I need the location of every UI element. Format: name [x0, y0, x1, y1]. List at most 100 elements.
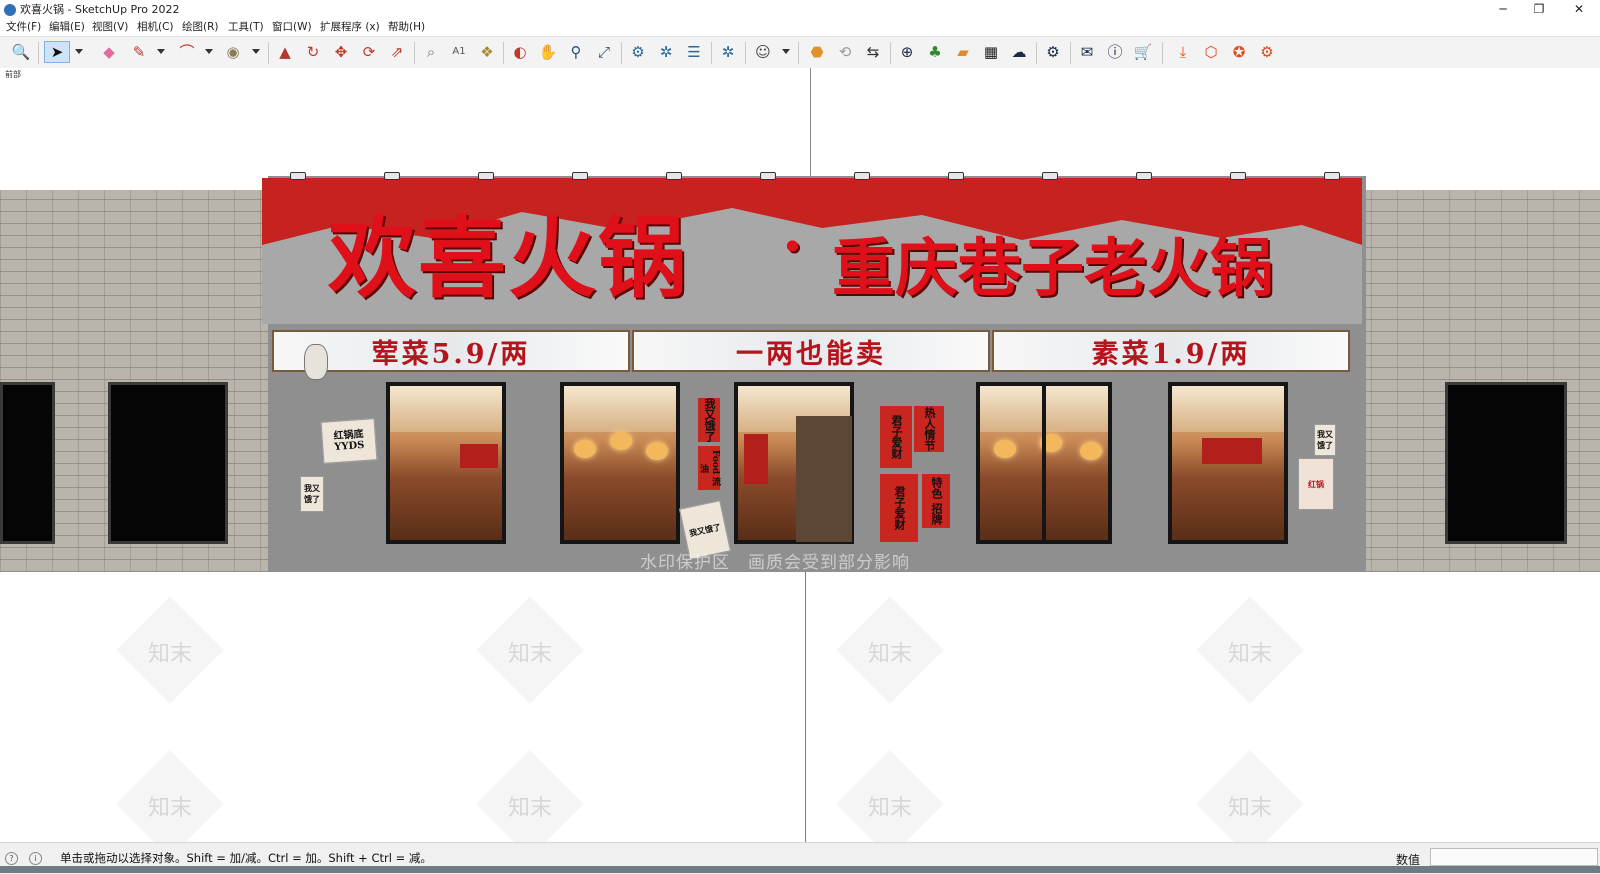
sync-icon[interactable]: ⟲ [834, 41, 856, 63]
poster-hungry: 我又饿了 [300, 476, 324, 512]
green-axis-line [805, 572, 806, 842]
window-title: 欢喜火锅 - SketchUp Pro 2022 [20, 3, 180, 16]
chevron-down-icon[interactable] [75, 49, 83, 54]
paint-icon[interactable]: ❖ [476, 41, 498, 63]
eraser-icon[interactable]: ◆ [98, 41, 120, 63]
mail-icon[interactable]: ✉ [1076, 41, 1098, 63]
spot-lamp [666, 172, 682, 180]
download-icon[interactable]: ⤓ [1172, 41, 1194, 63]
toolbar-separator [890, 42, 891, 64]
orbit-icon[interactable]: ◐ [509, 41, 531, 63]
warehouse-icon[interactable]: ⚙ [627, 41, 649, 63]
info-icon[interactable]: i [29, 852, 42, 865]
toolbar-separator [745, 42, 746, 64]
pan-icon[interactable]: ✋ [537, 41, 559, 63]
spot-lamp [572, 172, 588, 180]
spot-lamp [1324, 172, 1340, 180]
brand-name-secondary: 重庆巷子老火锅 [832, 231, 1273, 305]
toolbar-separator [268, 42, 269, 64]
chevron-down-icon[interactable] [157, 49, 165, 54]
text-icon[interactable]: A1 [448, 41, 470, 63]
layers-icon[interactable]: ☰ [683, 41, 705, 63]
menu-view[interactable]: 视图(V) [92, 20, 128, 34]
measurements-input[interactable] [1430, 848, 1598, 866]
spot-lamp [1042, 172, 1058, 180]
gear-icon[interactable]: ⚙ [1256, 41, 1278, 63]
presentation-icon[interactable]: ⇆ [862, 41, 884, 63]
brand-separator-dot: · [782, 212, 803, 282]
toolbar-separator [711, 42, 712, 64]
rotate-icon[interactable]: ⟳ [358, 41, 380, 63]
shop-window-5 [1168, 382, 1288, 544]
glass-door [976, 382, 1112, 544]
menu-window[interactable]: 窗口(W) [272, 20, 312, 34]
zoom-extents-icon[interactable]: ⤢ [593, 41, 615, 63]
zoom-window-icon[interactable]: ⚲ [565, 41, 587, 63]
info-icon[interactable]: ⓘ [1104, 41, 1126, 63]
select-icon[interactable]: ➤ [44, 41, 70, 63]
upload-icon[interactable]: ⬡ [1200, 41, 1222, 63]
cart-icon[interactable]: 🛒 [1132, 41, 1154, 63]
shop-window-1 [386, 382, 506, 544]
extension-icon[interactable]: ⬣ [806, 41, 828, 63]
blue-axis-line [810, 68, 811, 178]
checker-icon[interactable]: ▦ [980, 41, 1002, 63]
account-icon[interactable]: ☺ [752, 41, 774, 63]
spot-lamp [290, 172, 306, 180]
chevron-down-icon[interactable] [252, 49, 260, 54]
watermark-text: 知末 [148, 796, 193, 821]
watermark-text: 知末 [868, 796, 913, 821]
scale-icon[interactable]: ⇗ [386, 41, 408, 63]
plugin-icon[interactable]: ✪ [1228, 41, 1250, 63]
price-strip-veg: 素菜1.9/两 [992, 330, 1350, 372]
arc-icon[interactable]: ⌒ [176, 41, 198, 63]
watermark-text: 知末 [1228, 642, 1273, 667]
menu-help[interactable]: 帮助(H) [388, 20, 425, 34]
menu-tools[interactable]: 工具(T) [228, 20, 264, 34]
watermark-text: 知末 [508, 796, 553, 821]
toolbar-separator [1162, 42, 1163, 64]
geo-location-icon[interactable]: ? [5, 852, 18, 865]
tape-measure-icon[interactable]: ⌕ [420, 41, 442, 63]
poster-small-right: 我又饿了 [1314, 424, 1336, 456]
section-icon[interactable]: ▰ [952, 41, 974, 63]
chevron-down-icon[interactable] [782, 49, 790, 54]
price-strip-center: 一两也能卖 [632, 330, 990, 372]
components-icon[interactable]: ✲ [655, 41, 677, 63]
zoom-icon[interactable]: 🔍 [10, 41, 32, 63]
chevron-down-icon[interactable] [205, 49, 213, 54]
tree-icon[interactable]: ♣ [924, 41, 946, 63]
menu-draw[interactable]: 绘图(R) [182, 20, 219, 34]
pencil-icon[interactable]: ✎ [128, 41, 150, 63]
paper-lantern [304, 344, 328, 380]
poster-special: 特色 招牌 [922, 474, 950, 528]
add-icon[interactable]: ⊕ [896, 41, 918, 63]
spot-lamp [384, 172, 400, 180]
settings-icon[interactable]: ⚙ [1042, 41, 1064, 63]
outliner-icon[interactable]: ✲ [717, 41, 739, 63]
paint-bucket-icon[interactable]: ◉ [222, 41, 244, 63]
brand-name-primary: 欢喜火锅 [328, 206, 689, 310]
taskbar-edge [0, 866, 1600, 873]
spot-lamp [760, 172, 776, 180]
toolbar-separator [621, 42, 622, 64]
menu-camera[interactable]: 相机(C) [137, 20, 174, 34]
menu-file[interactable]: 文件(F) [6, 20, 41, 34]
cloud-icon[interactable]: ☁ [1008, 41, 1030, 63]
toolbar: 🔍 ➤ ◆ ✎ ⌒ ◉ ▲ ↻ ✥ ⟳ ⇗ ⌕ A1 ❖ ◐ ✋ ⚲ ⤢ ⚙ ✲… [0, 36, 1600, 70]
move-icon[interactable]: ✥ [330, 41, 352, 63]
menu-extensions[interactable]: 扩展程序 (x) [320, 20, 380, 34]
menu-edit[interactable]: 编辑(E) [49, 20, 85, 34]
spot-lamp [1230, 172, 1246, 180]
shop-doorway [734, 382, 854, 544]
poster-hot: 热人情节 [914, 406, 944, 452]
scene-tab-label[interactable]: 前部 [5, 69, 21, 80]
push-pull-icon[interactable]: ▲ [274, 41, 296, 63]
sketchup-logo-icon [4, 4, 16, 16]
watermark-text: 知末 [508, 642, 553, 667]
poster-sale: 君子爱财 [880, 474, 918, 542]
watermark-notice: 水印保护区 画质会受到部分影响 [640, 553, 910, 573]
poster-right: 红锅 [1298, 458, 1334, 510]
close-button[interactable]: ✕ [1556, 0, 1600, 20]
follow-me-icon[interactable]: ↻ [302, 41, 324, 63]
